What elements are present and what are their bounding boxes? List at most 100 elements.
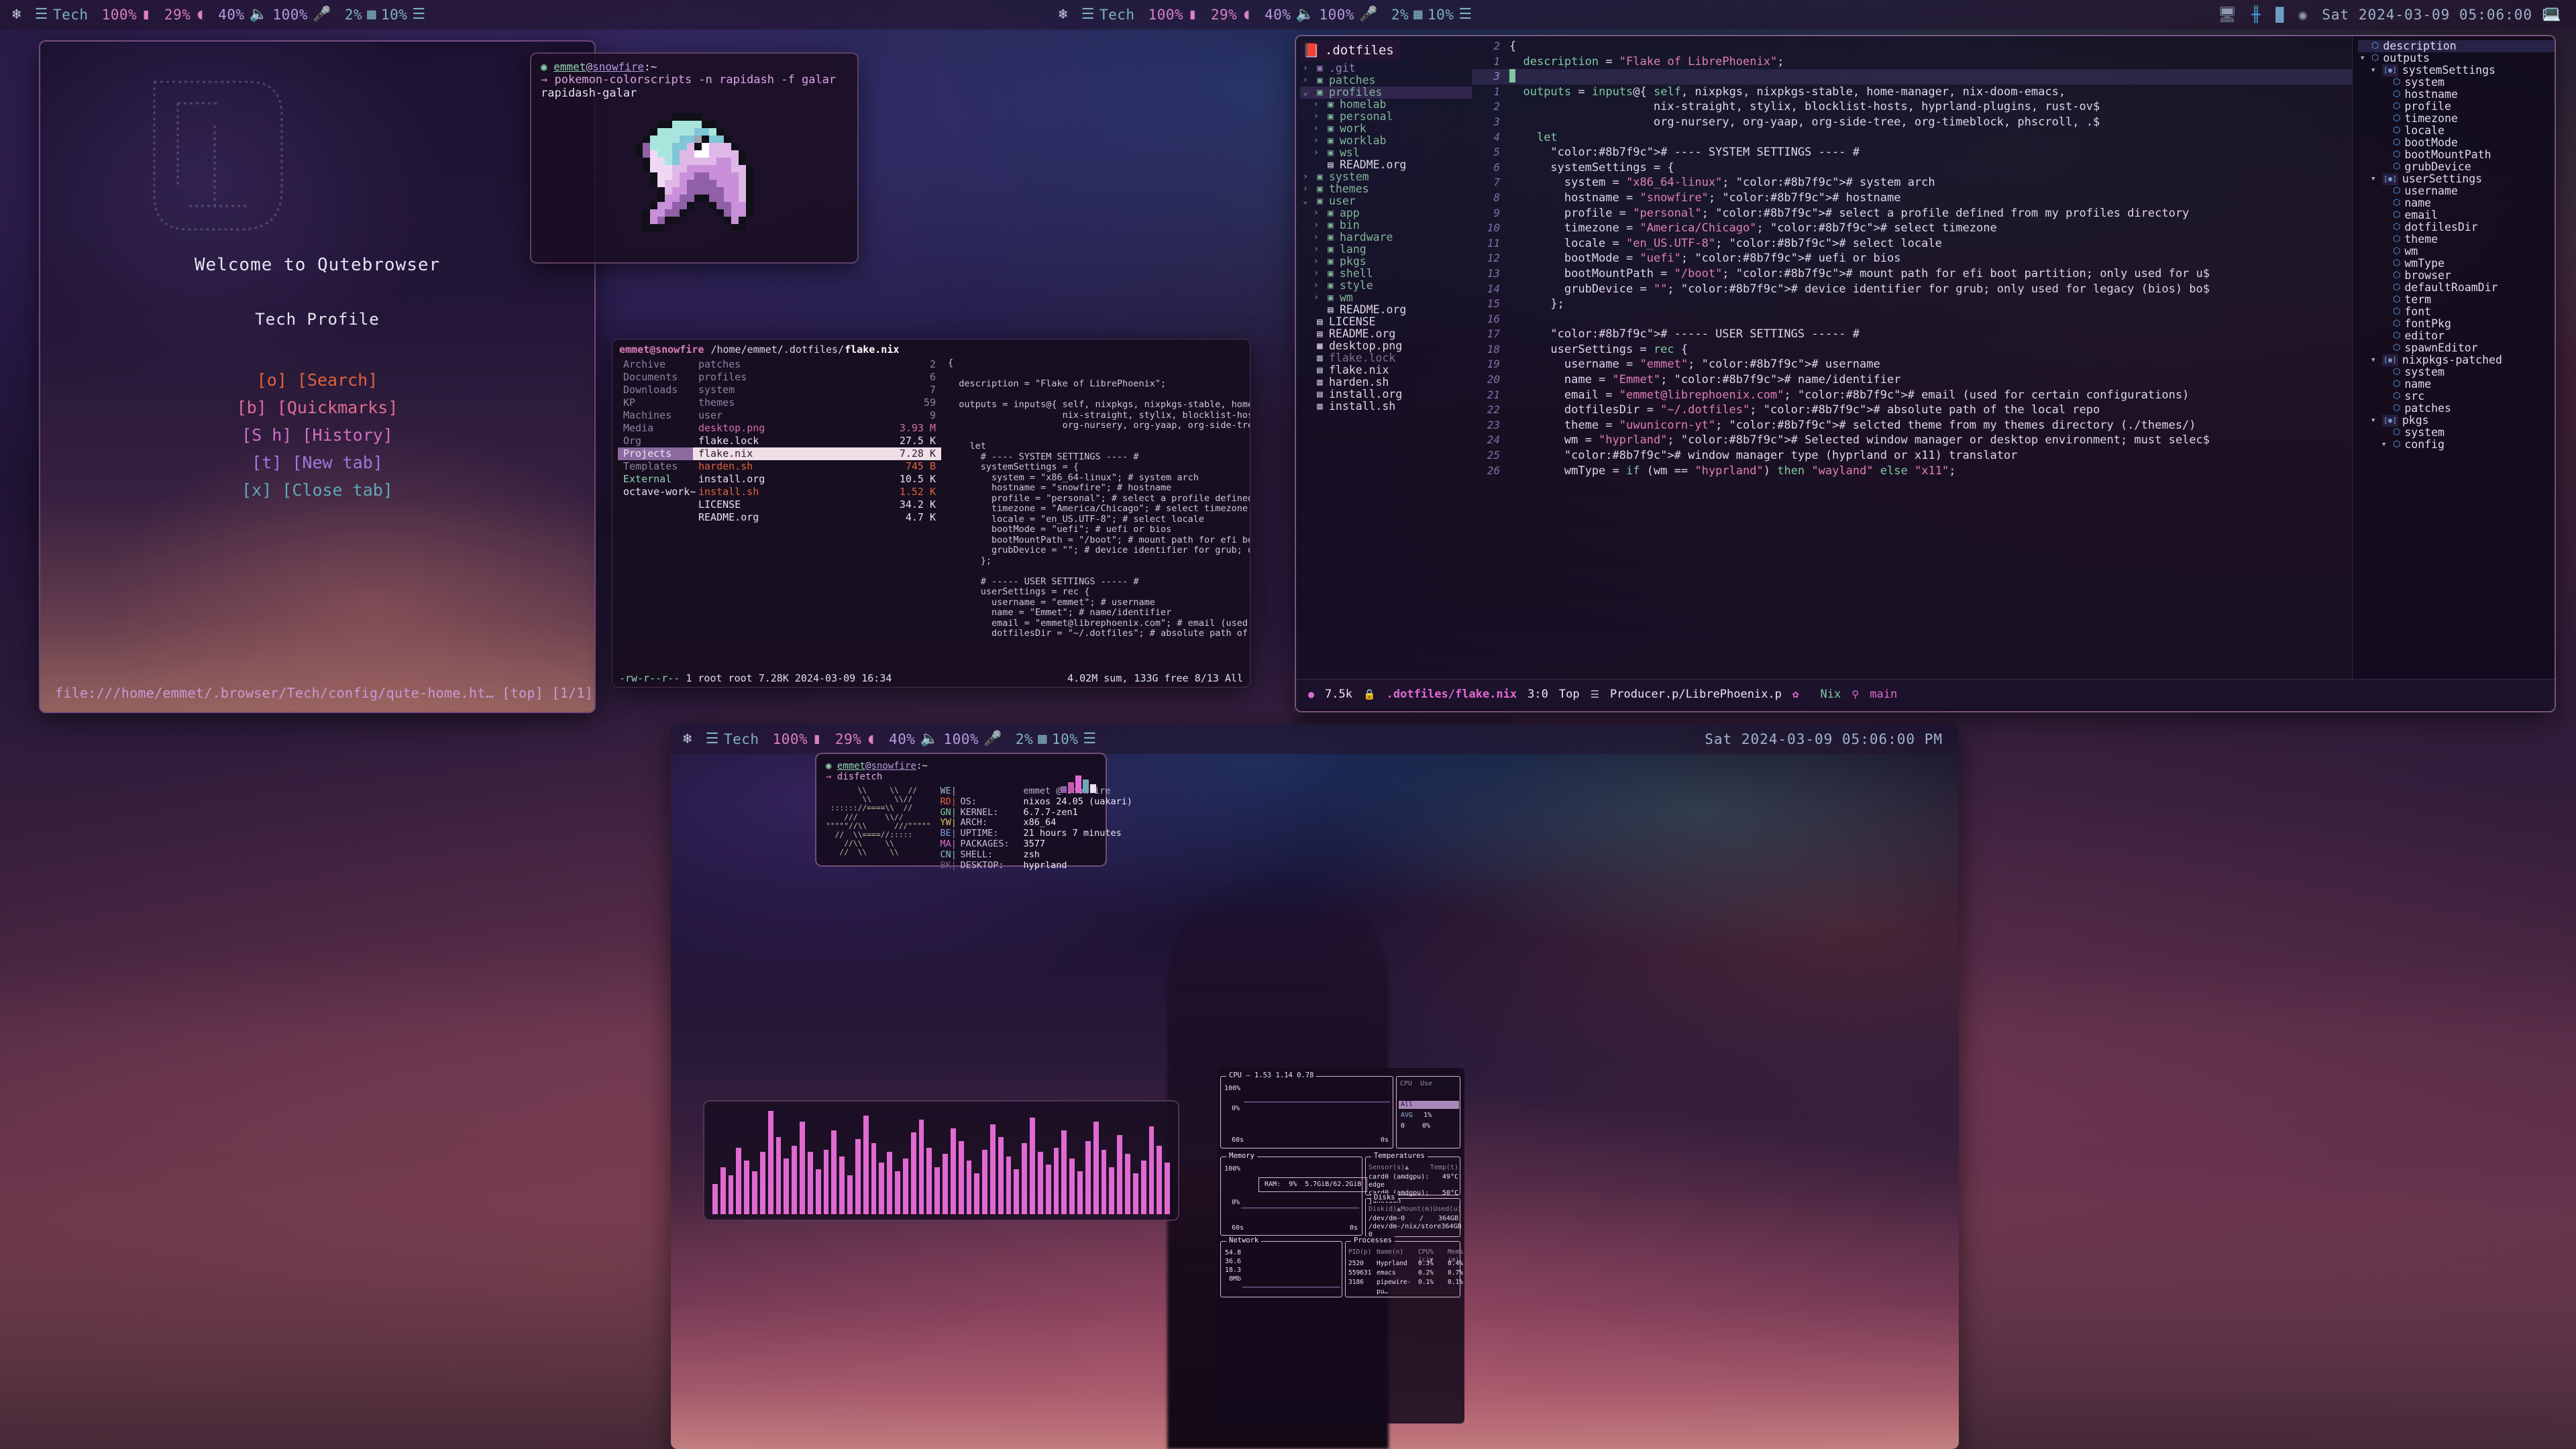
chevron-right-icon[interactable]: › bbox=[1313, 244, 1322, 256]
tree-item-worklab[interactable]: › ▣ worklab bbox=[1300, 135, 1472, 147]
bottom-volume-module[interactable]: 40% 🔈 100% 🎤 bbox=[889, 731, 1002, 747]
tree-item-desktop-png[interactable]: ▦ desktop.png bbox=[1300, 340, 1472, 352]
ranger-file-row[interactable]: flake.nix 7.28 K bbox=[693, 447, 941, 460]
ranger-file-row[interactable]: README.org 4.7 K bbox=[693, 511, 941, 524]
tree-item--git[interactable]: › ▣ .git bbox=[1300, 62, 1472, 74]
btop-process-row[interactable]: 3186 pipewire-pu… 0.1% 0.1% bbox=[1348, 1278, 1470, 1297]
outline-item-wmtype[interactable]: ⬡ wmType bbox=[2358, 258, 2555, 270]
outline-item-pkgs[interactable]: ▼ [◉] pkgs bbox=[2358, 415, 2555, 427]
qutebrowser-window[interactable]: Welcome to Qutebrowser Tech Profile [o] … bbox=[39, 40, 596, 713]
code-line[interactable]: 17 "color:#8b7f9c"># ----- USER SETTINGS… bbox=[1472, 327, 2352, 342]
memory-module-2[interactable]: 2% ▦ 10% ☰ bbox=[1391, 7, 1472, 23]
outline-item-name[interactable]: ⬡ name bbox=[2358, 197, 2555, 209]
chevron-right-icon[interactable]: › bbox=[1313, 256, 1322, 268]
wifi-signal-icon[interactable]: █ bbox=[2275, 7, 2284, 23]
ranger-parent-item[interactable]: Archive bbox=[618, 358, 693, 371]
tree-item-wsl[interactable]: › ▣ wsl bbox=[1300, 147, 1472, 159]
tree-item-readme-org[interactable]: ▤ README.org bbox=[1300, 328, 1472, 340]
outline-item-wm[interactable]: ⬡ wm bbox=[2358, 246, 2555, 258]
outline-item-nixpkgs-patched[interactable]: ▼ [◉] nixpkgs-patched bbox=[2358, 354, 2555, 366]
code-line[interactable]: 16 bbox=[1472, 312, 2352, 327]
brightness-module-2[interactable]: 29% ◖ bbox=[1211, 7, 1251, 23]
btop-process-row[interactable]: 2520 Hyprland 0.3% 0.4% bbox=[1348, 1259, 1470, 1269]
outline-item-bootmountpath[interactable]: ⬡ bootMountPath bbox=[2358, 149, 2555, 161]
ranger-parent-column[interactable]: Archive Documents Downloads KP Machines Media… bbox=[612, 358, 696, 671]
chevron-right-icon[interactable]: › bbox=[1313, 219, 1322, 231]
workspace-indicator[interactable]: ☰ Tech bbox=[35, 7, 89, 23]
outline-item-fontpkg[interactable]: ⬡ fontPkg bbox=[2358, 318, 2555, 330]
code-line[interactable]: 9 profile = "personal"; "color:#8b7f9c">… bbox=[1472, 206, 2352, 221]
record-icon[interactable]: ◉ bbox=[2299, 7, 2308, 23]
btop-system-monitor[interactable]: CPU — 1.53 1.14 0.78 100% 0% ▁▁▁▁▁▁▁▁▁▁▁… bbox=[1218, 1068, 1464, 1424]
tree-item-work[interactable]: › ▣ work bbox=[1300, 123, 1472, 135]
ranger-file-column[interactable]: patches 2 profiles 6 system 7 themes 59 user 9 des… bbox=[693, 358, 941, 671]
ranger-parent-item[interactable]: KP bbox=[618, 396, 693, 409]
outline-item-defaultroamdir[interactable]: ⬡ defaultRoamDir bbox=[2358, 282, 2555, 294]
code-editor-area[interactable]: 2{1 description = "Flake of LibrePhoenix… bbox=[1472, 36, 2352, 679]
chevron-right-icon[interactable]: › bbox=[1313, 207, 1322, 219]
cava-audio-visualizer[interactable] bbox=[703, 1100, 1179, 1221]
tree-item-themes[interactable]: › ▣ themes bbox=[1300, 183, 1472, 195]
tree-item-flake-lock[interactable]: ▥ flake.lock bbox=[1300, 352, 1472, 364]
outline-item-hostname[interactable]: ⬡ hostname bbox=[2358, 89, 2555, 101]
ranger-parent-item[interactable]: Org bbox=[618, 435, 693, 447]
ranger-parent-item[interactable]: Templates bbox=[618, 460, 693, 473]
tree-item-style[interactable]: › ▣ style bbox=[1300, 280, 1472, 292]
tree-item-install-sh[interactable]: ▥ install.sh bbox=[1300, 400, 1472, 413]
ranger-file-manager[interactable]: emmet@snowfire /home/emmet/.dotfiles/fla… bbox=[612, 339, 1250, 688]
code-line[interactable]: 12 bootMode = "uefi"; "color:#8b7f9c"># … bbox=[1472, 251, 2352, 266]
triangle-down-icon[interactable]: ▼ bbox=[2361, 52, 2367, 64]
tree-item-wm[interactable]: › ▣ wm bbox=[1300, 292, 1472, 304]
tree-item-patches[interactable]: › ▣ patches bbox=[1300, 74, 1472, 87]
tree-item-user[interactable]: ⌄ ▣ user bbox=[1300, 195, 1472, 207]
ranger-file-row[interactable]: patches 2 bbox=[693, 358, 941, 371]
outline-item-patches[interactable]: ⬡ patches bbox=[2358, 402, 2555, 415]
bottom-brightness-module[interactable]: 29% ◖ bbox=[835, 731, 875, 747]
chevron-right-icon[interactable]: › bbox=[1303, 74, 1311, 87]
tree-item-readme-org[interactable]: ▤ README.org bbox=[1300, 159, 1472, 171]
outline-item-system[interactable]: ⬡ system bbox=[2358, 76, 2555, 89]
brightness-module[interactable]: 29% ◖ bbox=[164, 7, 205, 23]
code-line[interactable]: 20 name = "Emmet"; "color:#8b7f9c"># nam… bbox=[1472, 372, 2352, 388]
ranger-parent-item[interactable]: Media bbox=[618, 422, 693, 435]
outline-item-theme[interactable]: ⬡ theme bbox=[2358, 233, 2555, 246]
outline-item-term[interactable]: ⬡ term bbox=[2358, 294, 2555, 306]
ranger-parent-item[interactable]: Machines bbox=[618, 409, 693, 422]
tree-item-homelab[interactable]: › ▣ homelab bbox=[1300, 99, 1472, 111]
ranger-file-row[interactable]: user 9 bbox=[693, 409, 941, 422]
outline-item-name[interactable]: ⬡ name bbox=[2358, 378, 2555, 390]
volume-module[interactable]: 40% 🔈 100% 🎤 bbox=[218, 7, 331, 23]
outline-item-system[interactable]: ⬡ system bbox=[2358, 366, 2555, 378]
code-line[interactable]: 25 "color:#8b7f9c"># window manager type… bbox=[1472, 448, 2352, 464]
tree-item-app[interactable]: › ▣ app bbox=[1300, 207, 1472, 219]
code-line[interactable]: 11 locale = "en_US.UTF-8"; "color:#8b7f9… bbox=[1472, 236, 2352, 252]
ranger-file-row[interactable]: install.sh 1.52 K bbox=[693, 486, 941, 498]
triangle-down-icon[interactable]: ▼ bbox=[2371, 354, 2378, 366]
chevron-right-icon[interactable]: › bbox=[1313, 231, 1322, 244]
ranger-file-row[interactable]: system 7 bbox=[693, 384, 941, 396]
ranger-file-row[interactable]: themes 59 bbox=[693, 396, 941, 409]
tree-item-shell[interactable]: › ▣ shell bbox=[1300, 268, 1472, 280]
quick-link-0[interactable]: [o] [Search] bbox=[237, 370, 398, 390]
code-line[interactable]: 21 email = "emmet@librephoenix.com"; "co… bbox=[1472, 388, 2352, 403]
outline-item-username[interactable]: ⬡ username bbox=[2358, 185, 2555, 197]
chevron-right-icon[interactable]: › bbox=[1303, 62, 1311, 74]
code-line[interactable]: 14 grubDevice = ""; "color:#8b7f9c"># de… bbox=[1472, 282, 2352, 297]
tree-item-system[interactable]: › ▣ system bbox=[1300, 171, 1472, 183]
triangle-down-icon[interactable]: ▼ bbox=[2371, 415, 2378, 427]
symbol-outline-panel[interactable]: ⬡ description ▼ ⬡ outputs ▼ [◉] systemSettings ⬡… bbox=[2352, 36, 2555, 679]
tree-item-harden-sh[interactable]: ▥ harden.sh bbox=[1300, 376, 1472, 388]
bluetooth-icon[interactable]: ╫ bbox=[2251, 7, 2261, 23]
chevron-down-icon[interactable]: ⌄ bbox=[1303, 195, 1311, 207]
bottom-memory-module[interactable]: 2% ▦ 10% ☰ bbox=[1016, 731, 1097, 747]
chevron-right-icon[interactable]: › bbox=[1313, 99, 1322, 111]
btop-process-row[interactable]: 559631 emacs 0.2% 0.7% bbox=[1348, 1269, 1470, 1278]
secondary-monitor-window[interactable]: ❄ ☰ Tech 100% ▮ 29% ◖ 40% 🔈 100% 🎤 2% ▦ bbox=[671, 724, 1959, 1449]
code-line[interactable]: 15 }; bbox=[1472, 297, 2352, 312]
tree-item-personal[interactable]: › ▣ personal bbox=[1300, 111, 1472, 123]
ranger-parent-item[interactable]: octave-work~ bbox=[618, 486, 696, 498]
chevron-right-icon[interactable]: › bbox=[1303, 183, 1311, 195]
bottom-workspace-indicator[interactable]: ☰ Tech bbox=[706, 731, 759, 747]
outline-item-usersettings[interactable]: ▼ [◉] userSettings bbox=[2358, 173, 2555, 185]
code-line[interactable]: 18 userSettings = rec { bbox=[1472, 342, 2352, 358]
